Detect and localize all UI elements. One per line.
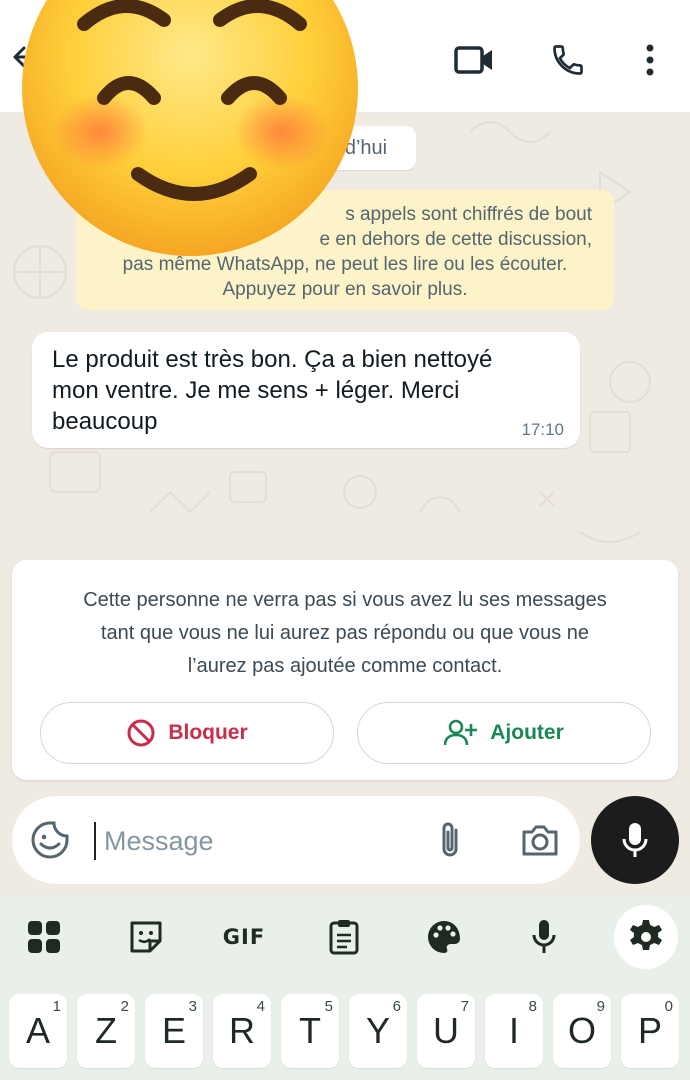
- smiling-emoji-overlay: [22, 0, 358, 256]
- voice-call-icon[interactable]: [546, 40, 590, 80]
- notice-line: tant que vous ne lui aurez pas répondu o…: [100, 622, 590, 644]
- unknown-contact-card: Cette personne ne verra pas si vous avez…: [12, 560, 678, 780]
- key-t[interactable]: 5T: [281, 994, 339, 1068]
- message-input-bar[interactable]: Message: [12, 796, 580, 884]
- palette-icon[interactable]: [422, 915, 466, 959]
- camera-icon[interactable]: [520, 822, 560, 863]
- message-text: Le produit est très bon. Ça a bien netto…: [52, 346, 493, 435]
- more-options-icon[interactable]: [628, 40, 672, 80]
- settings-gear-icon[interactable]: [614, 905, 678, 969]
- unknown-contact-notice: Cette personne ne verra pas si vous avez…: [32, 584, 658, 683]
- sticker-icon[interactable]: [124, 915, 168, 959]
- key-u[interactable]: 7U: [417, 994, 475, 1068]
- record-voice-button[interactable]: [591, 796, 679, 884]
- on-screen-keyboard: GIF 1A 2Z 3E 4R 5T 6Y 7U 8I 9O 0P: [0, 895, 690, 1080]
- key-r[interactable]: 4R: [213, 994, 271, 1068]
- key-a[interactable]: 1A: [9, 994, 67, 1068]
- text-caret: [94, 822, 96, 860]
- gif-button[interactable]: GIF: [222, 915, 266, 959]
- block-icon: [127, 719, 155, 747]
- gif-label: GIF: [222, 925, 266, 949]
- message-input[interactable]: Message: [104, 826, 214, 857]
- add-label: Ajouter: [490, 721, 564, 744]
- key-e[interactable]: 3E: [145, 994, 203, 1068]
- message-time: 17:10: [521, 420, 564, 439]
- voice-input-icon[interactable]: [522, 915, 566, 959]
- key-p[interactable]: 0P: [621, 994, 679, 1068]
- apps-grid-icon[interactable]: [22, 915, 66, 959]
- emoji-sticker-icon[interactable]: [30, 820, 70, 865]
- block-button[interactable]: Bloquer: [40, 702, 334, 764]
- key-o[interactable]: 9O: [553, 994, 611, 1068]
- attachment-icon[interactable]: [436, 820, 466, 865]
- add-contact-button[interactable]: Ajouter: [357, 702, 651, 764]
- video-call-icon[interactable]: [452, 40, 496, 80]
- encryption-notice-line: Appuyez pour en savoir plus.: [222, 279, 468, 300]
- incoming-message-bubble[interactable]: Le produit est très bon. Ça a bien netto…: [32, 332, 580, 448]
- key-i[interactable]: 8I: [485, 994, 543, 1068]
- microphone-icon: [622, 823, 648, 857]
- key-y[interactable]: 6Y: [349, 994, 407, 1068]
- notice-line: Cette personne ne verra pas si vous avez…: [83, 589, 607, 611]
- block-label: Bloquer: [168, 721, 248, 744]
- clipboard-icon[interactable]: [322, 915, 366, 959]
- key-z[interactable]: 2Z: [77, 994, 135, 1068]
- notice-line: l’aurez pas ajoutée comme contact.: [187, 655, 503, 677]
- add-person-icon: [444, 719, 478, 746]
